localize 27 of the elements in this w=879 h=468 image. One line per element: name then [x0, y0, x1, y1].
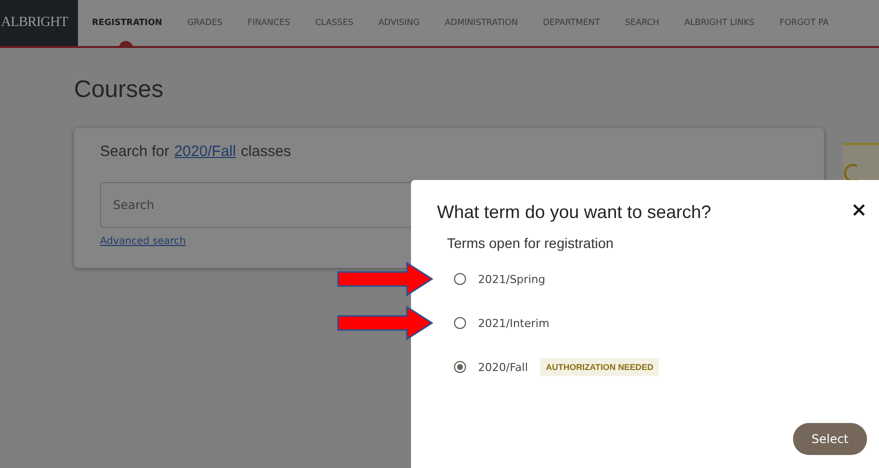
- search-label: classes: [240, 143, 291, 160]
- logo-text: ALBRIGHT: [1, 15, 68, 31]
- radio-button[interactable]: [454, 317, 466, 329]
- nav-tab[interactable]: FINANCES: [234, 0, 303, 46]
- nav-tab[interactable]: SEARCH: [612, 0, 672, 46]
- dialog-subtitle: Terms open for registration: [447, 235, 615, 251]
- nav-tab[interactable]: CLASSES: [302, 0, 366, 46]
- nav-tab[interactable]: ADVISING: [366, 0, 432, 46]
- nav-tab[interactable]: ADMINISTRATION: [432, 0, 530, 46]
- status-tag: AUTHORIZATION NEEDED: [540, 358, 660, 376]
- nav-tab[interactable]: DEPARTMENT: [530, 0, 612, 46]
- page-title: Courses: [74, 76, 164, 104]
- radio-button[interactable]: [454, 273, 466, 285]
- close-button[interactable]: [851, 202, 867, 218]
- search-label: Search for: [100, 143, 170, 160]
- nav-tab[interactable]: FORGOT PA: [767, 0, 842, 46]
- term-label: 2021/Interim: [478, 316, 550, 330]
- term-link[interactable]: 2020/Fall: [174, 143, 236, 160]
- select-button[interactable]: Select: [793, 423, 867, 455]
- nav-tab[interactable]: GRADES: [174, 0, 235, 46]
- advanced-search-link[interactable]: Advanced search: [100, 236, 186, 247]
- nav-tab[interactable]: REGISTRATION: [78, 0, 175, 46]
- term-label: 2020/Fall: [478, 360, 528, 374]
- term-label: 2021/Spring: [478, 272, 546, 286]
- radio-button[interactable]: [454, 361, 466, 373]
- nav-tab[interactable]: ALBRIGHT LINKS: [672, 0, 768, 46]
- info-icon: [843, 163, 857, 183]
